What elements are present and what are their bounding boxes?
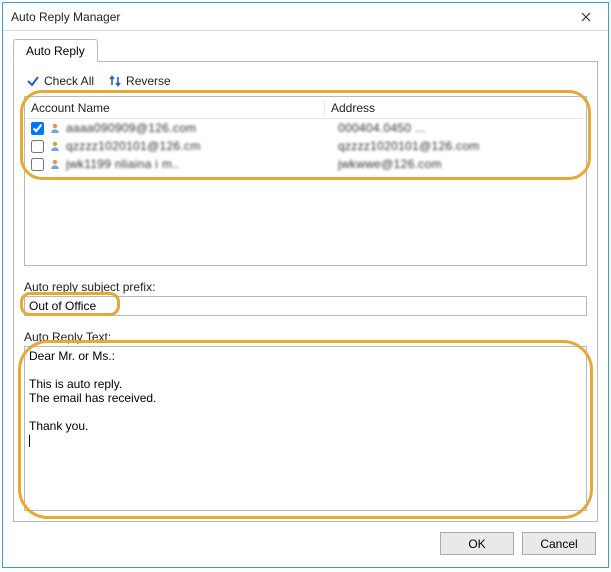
check-icon <box>26 74 40 88</box>
close-button[interactable] <box>564 3 608 31</box>
close-icon <box>581 12 591 22</box>
tab-page: Check All Reverse Account Name <box>13 61 598 522</box>
row-address: 000404.0450 ... <box>338 121 586 135</box>
row-checkbox[interactable] <box>31 140 44 153</box>
table-row[interactable]: aaaa090909@126.com000404.0450 ... <box>25 119 586 137</box>
row-checkbox[interactable] <box>31 122 44 135</box>
body-wrap: Dear Mr. or Ms.: This is auto reply. The… <box>24 346 587 511</box>
table-row[interactable]: jwk1199 nliaina i m..jwkwwe@126.com <box>25 155 586 173</box>
accounts-list[interactable]: Account Name Address aaaa090909@126.com0… <box>24 96 587 266</box>
tabstrip: Auto Reply <box>13 37 598 61</box>
button-row: OK Cancel <box>13 522 598 557</box>
list-rows: aaaa090909@126.com000404.0450 ...qzzzz10… <box>25 119 586 173</box>
accounts-list-wrap: Account Name Address aaaa090909@126.com0… <box>24 96 587 266</box>
row-address: jwkwwe@126.com <box>338 157 586 171</box>
list-header: Account Name Address <box>25 97 586 119</box>
row-account: jwk1199 nliaina i m.. <box>66 157 338 171</box>
person-icon <box>48 139 62 153</box>
person-icon <box>48 157 62 171</box>
person-icon <box>48 121 62 135</box>
client-area: Auto Reply Check All Reve <box>3 31 608 567</box>
check-all-button[interactable]: Check All <box>26 74 94 88</box>
header-address[interactable]: Address <box>325 101 586 115</box>
table-row[interactable]: qzzzz1020101@126.cmqzzzz1020101@126.com <box>25 137 586 155</box>
body-textarea[interactable]: Dear Mr. or Ms.: This is auto reply. The… <box>24 346 587 511</box>
cancel-button[interactable]: Cancel <box>522 532 596 555</box>
row-address: qzzzz1020101@126.com <box>338 139 586 153</box>
check-all-label: Check All <box>44 74 94 88</box>
header-account[interactable]: Account Name <box>25 101 325 115</box>
prefix-input[interactable] <box>24 296 587 316</box>
reverse-button[interactable]: Reverse <box>108 74 171 88</box>
body-label: Auto Reply Text: <box>24 330 587 344</box>
reverse-label: Reverse <box>126 74 171 88</box>
text-caret <box>29 435 30 447</box>
tab-auto-reply[interactable]: Auto Reply <box>13 39 98 62</box>
window-title: Auto Reply Manager <box>11 10 564 24</box>
reverse-icon <box>108 74 122 88</box>
prefix-wrap <box>24 296 587 316</box>
body-text: Dear Mr. or Ms.: This is auto reply. The… <box>29 349 156 433</box>
titlebar: Auto Reply Manager <box>3 3 608 31</box>
window: Auto Reply Manager Auto Reply Check All <box>2 2 609 568</box>
row-account: aaaa090909@126.com <box>66 121 338 135</box>
prefix-label: Auto reply subject prefix: <box>24 280 587 294</box>
row-account: qzzzz1020101@126.cm <box>66 139 338 153</box>
toolbar: Check All Reverse <box>24 72 587 96</box>
ok-button[interactable]: OK <box>440 532 514 555</box>
row-checkbox[interactable] <box>31 158 44 171</box>
